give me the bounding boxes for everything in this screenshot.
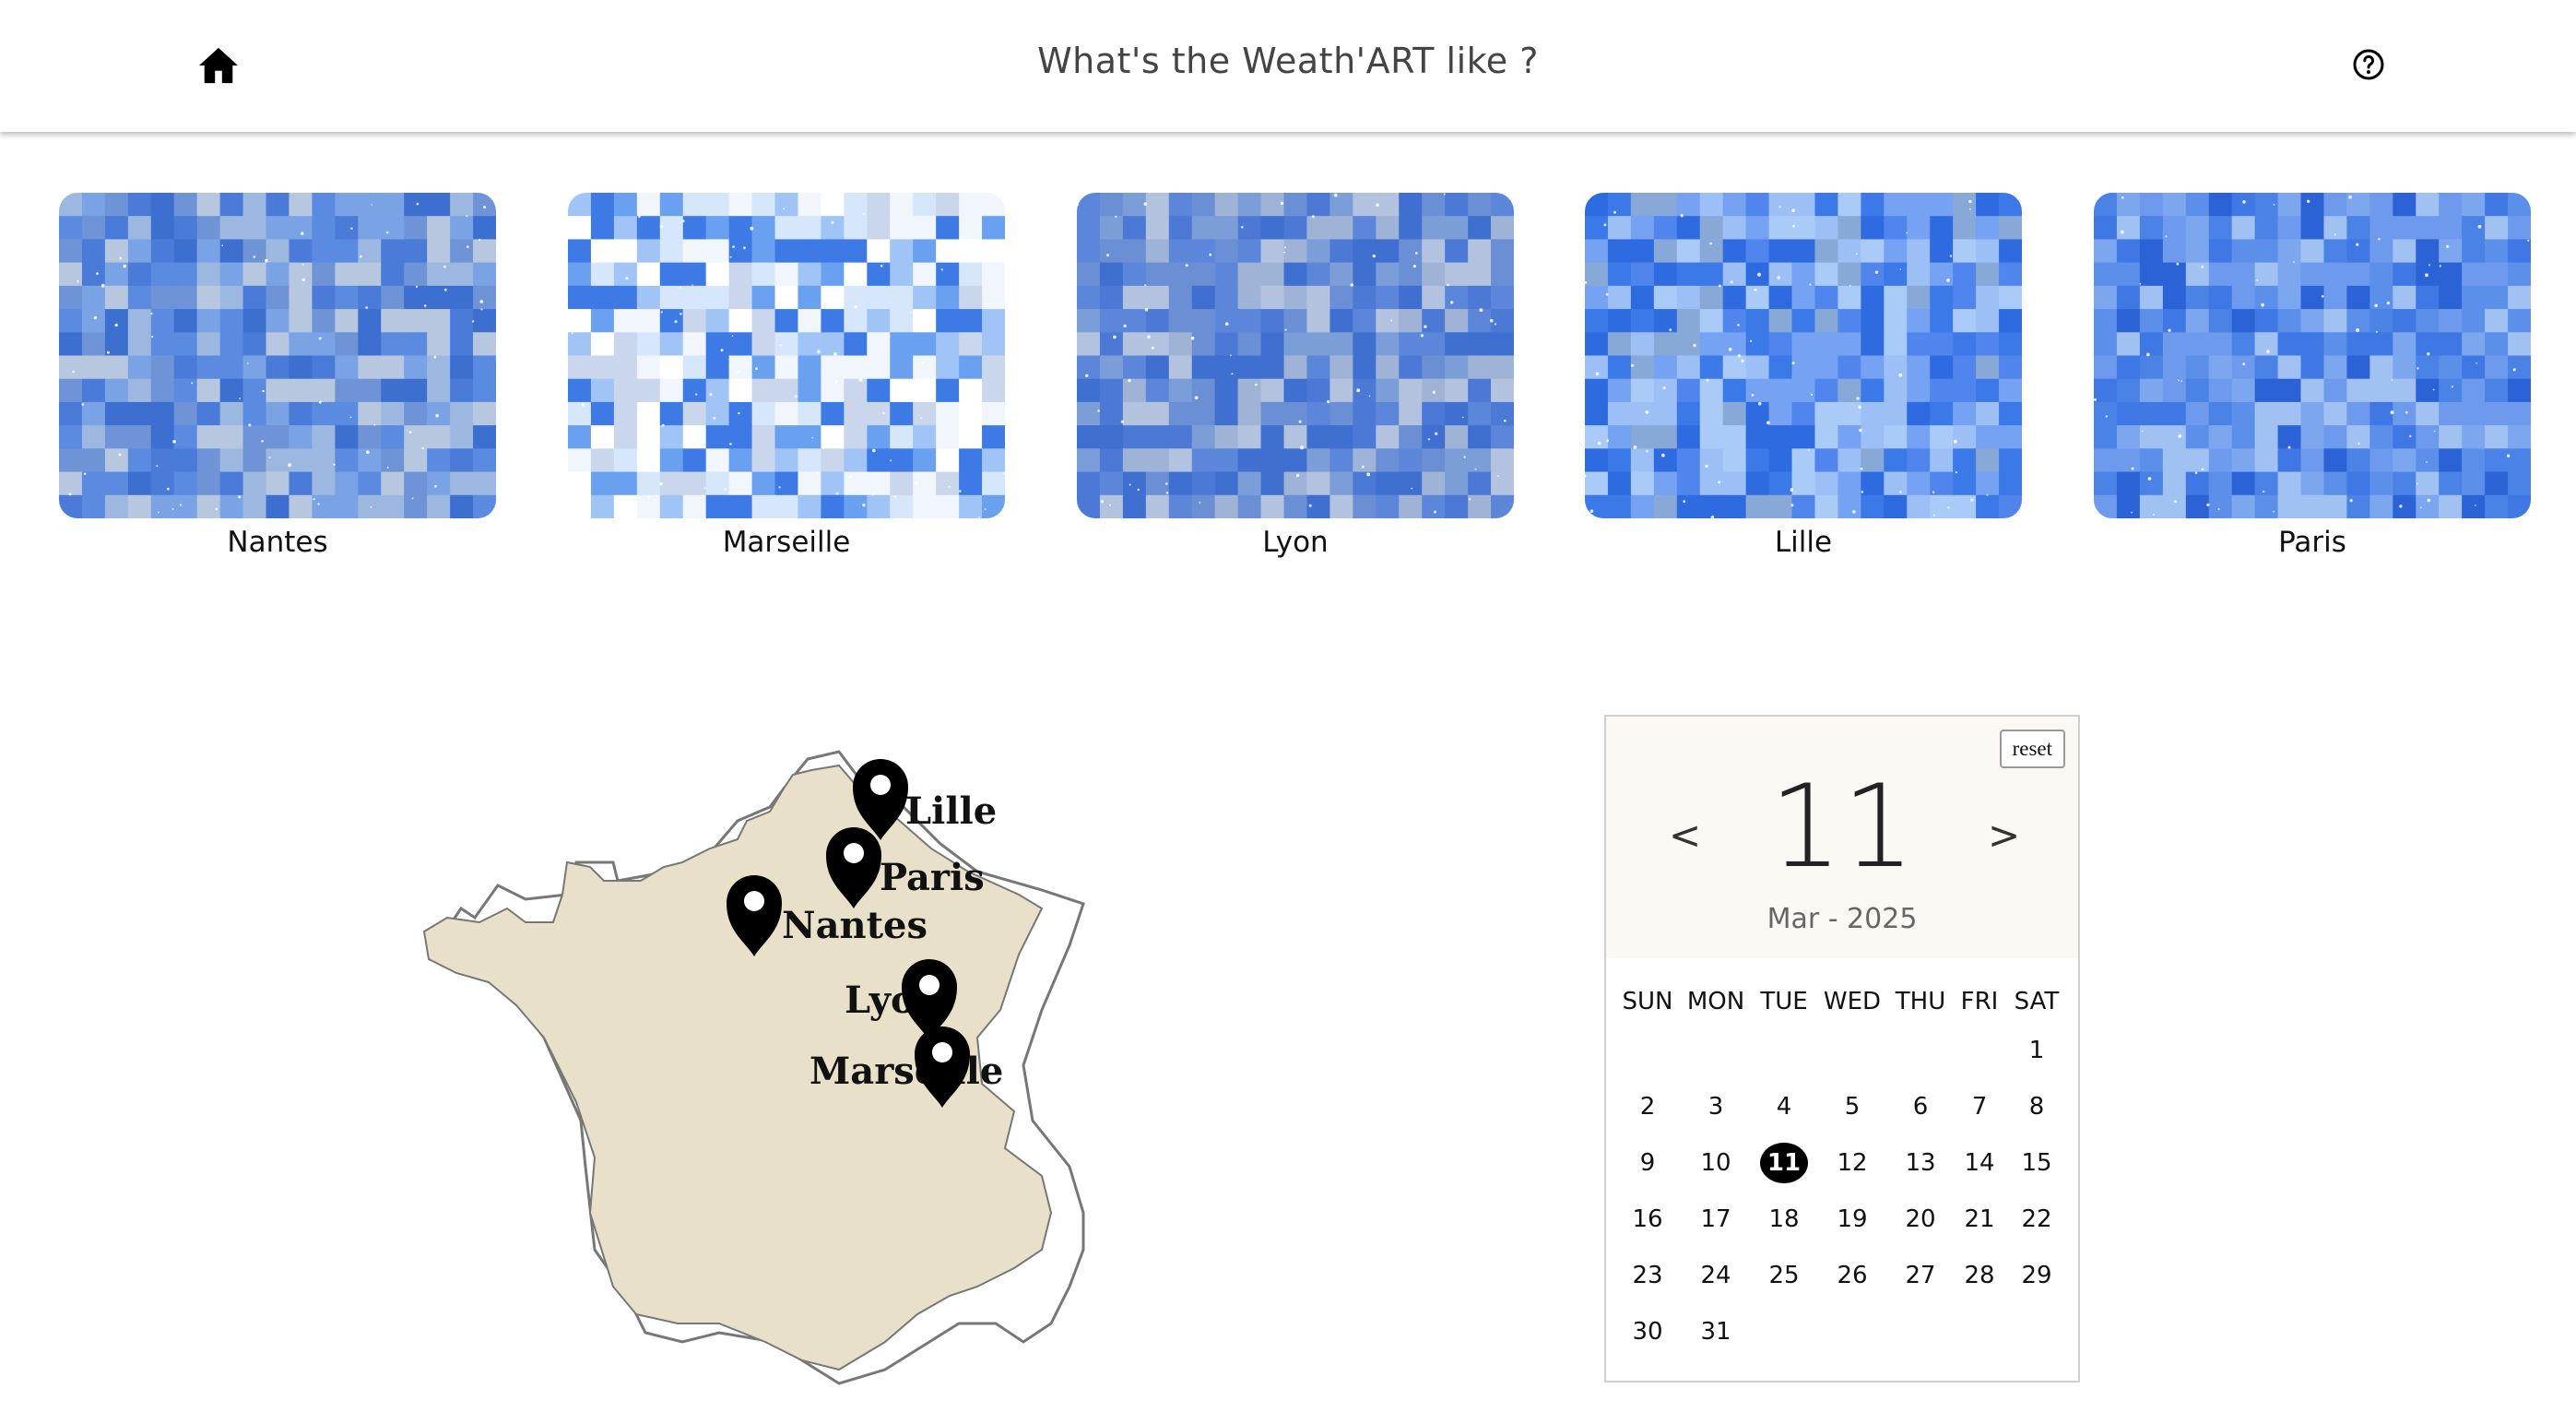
calendar-day-number: 28 bbox=[1964, 1262, 1995, 1289]
app-header: What's the Weath'ART like ? bbox=[0, 0, 2576, 132]
weather-art-image bbox=[1077, 193, 1514, 518]
calendar-day-cell[interactable]: 10 bbox=[1686, 1143, 1745, 1183]
city-tile-nantes[interactable]: Nantes bbox=[59, 193, 496, 559]
city-tile-marseille[interactable]: Marseille bbox=[568, 193, 1005, 559]
page-title: What's the Weath'ART like ? bbox=[1037, 41, 1539, 81]
calendar-widget: reset < 11 > Mar - 2025 SUN MON TUE WED THU F… bbox=[1604, 715, 2080, 1382]
city-tile-lille[interactable]: Lille bbox=[1585, 193, 2022, 559]
calendar-day-cell[interactable]: 29 bbox=[2007, 1255, 2066, 1296]
tile-label: Lyon bbox=[1262, 526, 1329, 559]
calendar-day-number: 20 bbox=[1905, 1205, 1936, 1233]
map-label-marseille: Marseille bbox=[809, 1050, 1003, 1093]
calendar-day-number: 24 bbox=[1700, 1262, 1731, 1289]
calendar-day-cell[interactable]: 1 bbox=[2007, 1030, 2066, 1071]
tile-label: Nantes bbox=[227, 526, 328, 559]
next-month-button[interactable]: > bbox=[1988, 813, 2020, 858]
calendar-day-cell[interactable]: 2 bbox=[1618, 1086, 1677, 1127]
calendar-day-number: 15 bbox=[2021, 1149, 2052, 1177]
weather-art-image bbox=[59, 193, 496, 518]
calendar-day-number: 23 bbox=[1632, 1262, 1663, 1289]
weekday-label: MON bbox=[1686, 988, 1745, 1015]
city-tile-lyon[interactable]: Lyon bbox=[1077, 193, 1514, 559]
calendar-day-cell[interactable]: 17 bbox=[1686, 1199, 1745, 1240]
calendar-day-number: 13 bbox=[1905, 1149, 1936, 1177]
calendar-day-number: 4 bbox=[1776, 1093, 1792, 1121]
calendar-day-cell[interactable]: 13 bbox=[1891, 1143, 1950, 1183]
tile-label: Lille bbox=[1774, 526, 1833, 559]
calendar-day-number: 17 bbox=[1700, 1205, 1731, 1233]
calendar-day-cell[interactable]: 5 bbox=[1823, 1086, 1882, 1127]
map-label-lille: Lille bbox=[905, 789, 997, 833]
calendar-day-cell[interactable]: 7 bbox=[1950, 1086, 2009, 1127]
calendar-day-number: 3 bbox=[1707, 1093, 1724, 1121]
calendar-day-number: 1 bbox=[2028, 1037, 2045, 1064]
calendar-day-number: 29 bbox=[2021, 1262, 2052, 1289]
calendar-day-number: 7 bbox=[1971, 1093, 1988, 1121]
calendar-day-number: 9 bbox=[1639, 1149, 1656, 1177]
calendar-day-cell[interactable]: 22 bbox=[2007, 1199, 2066, 1240]
calendar-day-number: 26 bbox=[1837, 1262, 1868, 1289]
calendar-day-number: 22 bbox=[2021, 1205, 2052, 1233]
reset-button[interactable]: reset bbox=[1999, 730, 2065, 768]
calendar-day-cell[interactable]: 20 bbox=[1891, 1199, 1950, 1240]
weekday-label: SUN bbox=[1622, 988, 1673, 1015]
calendar-day-number: 18 bbox=[1768, 1205, 1800, 1233]
calendar-day-cell[interactable]: 15 bbox=[2007, 1143, 2066, 1183]
calendar-day-cell[interactable]: 19 bbox=[1823, 1199, 1882, 1240]
calendar-day-number: 6 bbox=[1912, 1093, 1929, 1121]
month-year-label: Mar - 2025 bbox=[1767, 903, 1918, 935]
tile-label: Marseille bbox=[722, 526, 851, 559]
weather-art-image bbox=[568, 193, 1005, 518]
calendar-day-cell[interactable]: 6 bbox=[1891, 1086, 1950, 1127]
help-button[interactable] bbox=[2352, 48, 2385, 81]
calendar-day-number: 25 bbox=[1768, 1262, 1800, 1289]
calendar-day-number: 31 bbox=[1700, 1318, 1731, 1346]
weekday-label: TUE bbox=[1760, 988, 1808, 1015]
calendar-day-number: 30 bbox=[1632, 1318, 1663, 1346]
calendar-day-cell[interactable]: 24 bbox=[1686, 1255, 1745, 1296]
weekday-label: THU bbox=[1895, 988, 1946, 1015]
weekday-label: WED bbox=[1823, 988, 1882, 1015]
calendar-day-number: 21 bbox=[1964, 1205, 1995, 1233]
calendar-day-cell[interactable]: 21 bbox=[1950, 1199, 2009, 1240]
calendar-day-number: 2 bbox=[1639, 1093, 1656, 1121]
calendar-day-cell[interactable]: 3 bbox=[1686, 1086, 1745, 1127]
calendar-day-cell[interactable]: 9 bbox=[1618, 1143, 1677, 1183]
france-map: Lille Paris Nantes Lyon Marseille bbox=[406, 733, 1106, 1397]
tile-label: Paris bbox=[2278, 526, 2346, 559]
calendar-day-number: 27 bbox=[1905, 1262, 1936, 1289]
calendar-day-cell[interactable]: 4 bbox=[1755, 1086, 1814, 1127]
help-circle-icon bbox=[2353, 49, 2384, 80]
calendar-day-number: 19 bbox=[1837, 1205, 1868, 1233]
weekday-label: SAT bbox=[2014, 988, 2060, 1015]
calendar-day-cell[interactable]: 16 bbox=[1618, 1199, 1677, 1240]
calendar-day-cell[interactable]: 25 bbox=[1755, 1255, 1814, 1296]
city-tile-paris[interactable]: Paris bbox=[2094, 193, 2531, 559]
calendar-header: reset < 11 > Mar - 2025 bbox=[1606, 717, 2078, 958]
calendar-day-cell[interactable]: 11 bbox=[1755, 1143, 1814, 1183]
calendar-day-number: 16 bbox=[1632, 1205, 1663, 1233]
weather-art-image bbox=[1585, 193, 2022, 518]
calendar-day-number: 5 bbox=[1844, 1093, 1861, 1121]
calendar-day-cell[interactable]: 26 bbox=[1823, 1255, 1882, 1296]
calendar-day-number: 10 bbox=[1700, 1149, 1731, 1177]
calendar-day-cell[interactable]: 27 bbox=[1891, 1255, 1950, 1296]
calendar-day-number: 14 bbox=[1964, 1149, 1995, 1177]
calendar-day-cell[interactable]: 23 bbox=[1618, 1255, 1677, 1296]
map-label-paris: Paris bbox=[880, 856, 985, 899]
calendar-day-cell[interactable]: 31 bbox=[1686, 1311, 1745, 1352]
calendar-day-cell[interactable]: 12 bbox=[1823, 1143, 1882, 1183]
calendar-day-cell[interactable]: 30 bbox=[1618, 1311, 1677, 1352]
calendar-day-number: 12 bbox=[1837, 1149, 1868, 1177]
weekday-label: FRI bbox=[1960, 988, 1999, 1015]
weather-art-image bbox=[2094, 193, 2531, 518]
calendar-day-cell[interactable]: 18 bbox=[1755, 1199, 1814, 1240]
calendar-day-number: 8 bbox=[2028, 1093, 2045, 1121]
calendar-day-cell[interactable]: 8 bbox=[2007, 1086, 2066, 1127]
map-label-nantes: Nantes bbox=[782, 904, 928, 947]
calendar-day-number: 11 bbox=[1760, 1143, 1808, 1183]
calendar-day-cell[interactable]: 28 bbox=[1950, 1255, 2009, 1296]
calendar-day-cell[interactable]: 14 bbox=[1950, 1143, 2009, 1183]
